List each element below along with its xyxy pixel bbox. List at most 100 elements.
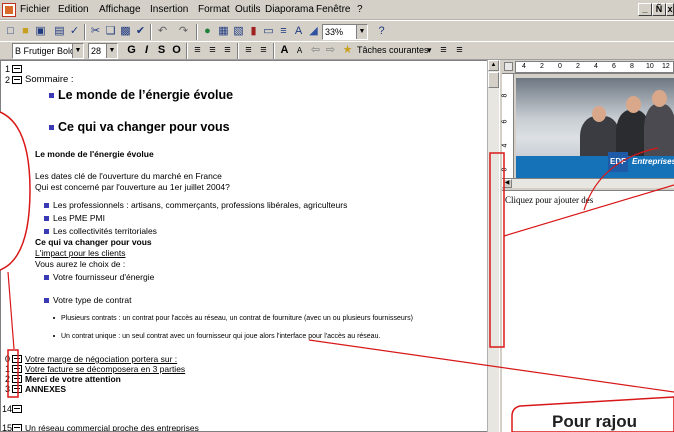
slide-icon[interactable]: [12, 365, 22, 373]
slide-number: 1: [5, 64, 11, 74]
outline-pane[interactable]: 1 2 Sommaire : Le monde de l’énergie évo…: [0, 60, 498, 432]
shadow-icon[interactable]: S: [154, 43, 169, 58]
menu-help[interactable]: ?: [357, 4, 363, 16]
cut-icon[interactable]: ✂: [88, 24, 103, 39]
ruler-tick-label: 6: [501, 119, 509, 124]
restore-button[interactable]: Ñ: [652, 3, 666, 16]
hyperlink-icon[interactable]: ●: [200, 24, 215, 39]
ruler-tick-label: 10: [646, 63, 654, 70]
zoom-value: 33%: [325, 27, 344, 37]
scroll-thumb[interactable]: [488, 72, 499, 88]
menu-fichier[interactable]: Fichier: [20, 4, 50, 16]
outline-line[interactable]: ANNEXES: [25, 383, 66, 395]
menu-outils[interactable]: Outils: [235, 4, 261, 16]
undo-icon[interactable]: ↶: [155, 24, 170, 39]
outline-line[interactable]: Le monde de l'énergie évolue: [35, 148, 154, 160]
promote-icon[interactable]: ⇦: [308, 43, 323, 58]
outline-line[interactable]: Votre fournisseur d'énergie: [44, 271, 154, 283]
slide-number: 2: [5, 75, 11, 85]
outline-line[interactable]: Le monde de l’énergie évolue: [49, 89, 233, 101]
redo-icon[interactable]: ↷: [176, 24, 191, 39]
menu-fenetre[interactable]: Fenêtre: [316, 4, 350, 16]
copy-icon[interactable]: ❏: [103, 24, 118, 39]
align-right-icon[interactable]: ≡: [220, 43, 235, 58]
brand-text: Entreprises: [632, 157, 674, 166]
chevron-down-icon[interactable]: ▼: [106, 44, 117, 58]
chevron-down-icon[interactable]: ▼: [72, 44, 83, 58]
slide-preview[interactable]: EDF Entreprises: [516, 78, 674, 178]
bullets-icon[interactable]: ≡: [256, 43, 271, 58]
slide-icon[interactable]: [12, 424, 22, 431]
insert-chart-icon[interactable]: ▮: [246, 24, 261, 39]
zoom-select[interactable]: 33% ▼: [322, 24, 368, 40]
outline-line[interactable]: Les PME PMI: [44, 212, 105, 224]
align-center-icon[interactable]: ≡: [205, 43, 220, 58]
expand-icon[interactable]: ≡: [436, 43, 451, 58]
menu-affichage[interactable]: Affichage: [99, 4, 141, 16]
help-icon[interactable]: ?: [374, 24, 389, 39]
slide-number: 3: [5, 384, 11, 394]
new-slide-icon[interactable]: ▭: [261, 24, 276, 39]
standard-toolbar: □ ■ ▣ ▤ ✓ ✂ ❏ ▩ ✔ ↶ ↷ ● ▦ ▧ ▮ ▭ ≡ A ◢ 33…: [0, 20, 674, 42]
font-size-select[interactable]: 28 ▼: [88, 43, 118, 59]
bold-icon[interactable]: G: [124, 43, 139, 58]
minimize-button[interactable]: _: [638, 3, 652, 16]
slide-icon[interactable]: [12, 76, 22, 84]
close-button[interactable]: x: [666, 3, 674, 16]
slide-icon[interactable]: [12, 375, 22, 383]
common-tasks-label[interactable]: Tâches courantes: [357, 45, 429, 55]
outline-line[interactable]: Ce qui va changer pour vous: [49, 121, 230, 133]
paste-icon[interactable]: ▩: [118, 24, 133, 39]
numbering-icon[interactable]: ≡: [241, 43, 256, 58]
slide-icon[interactable]: [12, 385, 22, 393]
outline-line[interactable]: Votre type de contrat: [44, 294, 131, 306]
font-name-select[interactable]: B Frutiger Bold ▼: [12, 43, 84, 59]
outline-line[interactable]: Vous aurez le choix de :: [35, 258, 125, 270]
menu-edition[interactable]: Edition: [58, 4, 89, 16]
outline-line[interactable]: Un contrat unique : un seul contrat avec…: [53, 331, 380, 343]
italic-icon[interactable]: I: [139, 43, 154, 58]
expand-all-icon[interactable]: ≡: [276, 24, 291, 39]
spellcheck-icon[interactable]: ✓: [67, 24, 82, 39]
print-icon[interactable]: ▤: [52, 24, 67, 39]
insert-table-icon[interactable]: ▧: [231, 24, 246, 39]
increase-font-icon[interactable]: A: [277, 43, 292, 58]
chevron-down-icon[interactable]: ▼: [356, 25, 367, 39]
save-icon[interactable]: ▣: [33, 24, 48, 39]
slide-number: 15: [2, 423, 13, 432]
scroll-left-icon[interactable]: ◀: [502, 179, 512, 188]
notes-pane[interactable]: Cliquez pour ajouter des: [502, 190, 674, 432]
outline-line[interactable]: Qui est concerné par l'ouverture au 1er …: [35, 181, 230, 193]
ruler-tick-label: 4: [501, 143, 509, 148]
format-painter-icon[interactable]: ✔: [133, 24, 148, 39]
collapse-icon[interactable]: ≡: [452, 43, 467, 58]
tables-borders-icon[interactable]: ▦: [216, 24, 231, 39]
decrease-font-icon[interactable]: A: [292, 43, 307, 58]
slide-icon[interactable]: [12, 65, 22, 73]
ruler-tick-label: 2: [540, 63, 544, 70]
show-formatting-icon[interactable]: A: [291, 24, 306, 39]
font-size-value: 28: [91, 46, 102, 56]
demote-icon[interactable]: ⇨: [323, 43, 338, 58]
slide-icon[interactable]: [12, 405, 22, 413]
outline-line[interactable]: Sommaire :: [25, 74, 74, 86]
menu-diaporama[interactable]: Diaporama: [265, 4, 314, 16]
slide-number: 2: [5, 374, 11, 384]
slide-and-notes-pane: 4 2 0 2 4 6 8 10 12 8 6 4 0 EDF Entrepri…: [501, 60, 674, 432]
outline-line[interactable]: Un réseau commercial proche des entrepri…: [25, 422, 199, 431]
slide-icon[interactable]: [12, 355, 22, 363]
menu-insertion[interactable]: Insertion: [150, 4, 188, 16]
slide-hscrollbar[interactable]: ◀: [502, 178, 674, 188]
open-folder-icon[interactable]: ■: [18, 24, 33, 39]
align-left-icon[interactable]: ≡: [190, 43, 205, 58]
underline-icon[interactable]: O: [169, 43, 184, 58]
outline-line[interactable]: Plusieurs contrats : un contrat pour l'a…: [53, 313, 413, 325]
scroll-up-icon[interactable]: ▲: [488, 60, 499, 71]
outline-scrollbar[interactable]: ▲: [487, 60, 499, 432]
menu-format[interactable]: Format: [198, 4, 230, 16]
outline-line[interactable]: Les professionnels : artisans, commerçan…: [44, 199, 347, 211]
animation-effects-icon[interactable]: ★: [340, 43, 355, 58]
powerpoint-app-icon[interactable]: [2, 3, 16, 17]
new-file-icon[interactable]: □: [3, 24, 18, 39]
grayscale-icon[interactable]: ◢: [306, 24, 321, 39]
